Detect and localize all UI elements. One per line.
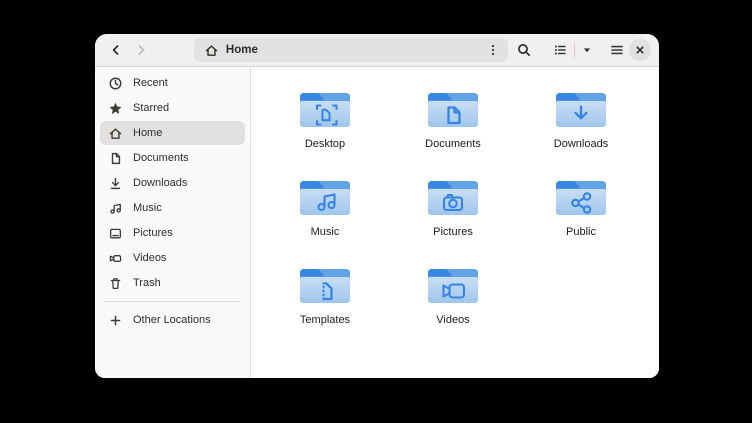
folder-documents[interactable]: Documents [389, 80, 517, 168]
folder-icon [426, 176, 480, 220]
folder-name: Documents [425, 138, 481, 150]
sidebar-item-label: Videos [133, 252, 166, 264]
sidebar-item-label: Trash [133, 277, 161, 289]
back-button[interactable] [103, 37, 128, 63]
files-window: Home [95, 34, 659, 378]
folder-videos[interactable]: Videos [389, 256, 517, 344]
pathbar[interactable]: Home [194, 38, 508, 62]
main-menu-button[interactable] [604, 37, 629, 63]
music-icon [108, 201, 123, 216]
caret-down-icon [580, 43, 594, 57]
sidebar-item-videos[interactable]: Videos [100, 246, 245, 270]
kebab-icon [485, 42, 501, 58]
folder-icon [298, 176, 352, 220]
folder-icon [298, 88, 352, 132]
sidebar-separator [104, 301, 241, 302]
hamburger-icon [609, 42, 625, 58]
current-location-label: Home [226, 44, 258, 56]
location-menu-button[interactable] [482, 40, 504, 60]
folder-icon [554, 88, 608, 132]
folder-icon [554, 176, 608, 220]
sidebar-item-label: Downloads [133, 177, 187, 189]
close-window-button[interactable] [629, 39, 651, 61]
list-view-icon [552, 42, 568, 58]
folder-icon [426, 264, 480, 308]
back-icon [108, 42, 124, 58]
folder-name: Templates [300, 314, 350, 326]
sidebar-item-label: Home [133, 127, 162, 139]
folder-name: Pictures [433, 226, 473, 238]
folder-icon [426, 88, 480, 132]
folder-pictures[interactable]: Pictures [389, 168, 517, 256]
folder-name: Desktop [305, 138, 345, 150]
sidebar-item-label: Documents [133, 152, 189, 164]
view-options-button[interactable] [576, 37, 598, 63]
forward-icon [133, 42, 149, 58]
search-icon [516, 42, 532, 58]
folder-icon [298, 264, 352, 308]
folder-name: Downloads [554, 138, 608, 150]
sidebar-item-trash[interactable]: Trash [100, 271, 245, 295]
list-view-button[interactable] [547, 37, 573, 63]
folder-downloads[interactable]: Downloads [517, 80, 645, 168]
view-switcher [547, 37, 598, 63]
desktop-background: Home [0, 0, 752, 423]
sidebar-item-label: Starred [133, 102, 169, 114]
video-icon [108, 251, 123, 266]
folder-music[interactable]: Music [261, 168, 389, 256]
sidebar-item-other-locations[interactable]: Other Locations [100, 308, 245, 332]
plus-icon [108, 313, 123, 328]
sidebar-item-pictures[interactable]: Pictures [100, 221, 245, 245]
folder-templates[interactable]: Templates [261, 256, 389, 344]
sidebar-item-home[interactable]: Home [100, 121, 245, 145]
headerbar: Home [95, 34, 659, 67]
folder-name: Music [311, 226, 340, 238]
sidebar-item-recent[interactable]: Recent [100, 71, 245, 95]
folder-name: Public [566, 226, 596, 238]
home-icon [108, 126, 123, 141]
sidebar: Recent Starred Home Documents Downloads [95, 67, 251, 378]
picture-icon [108, 226, 123, 241]
trash-icon [108, 276, 123, 291]
sidebar-item-music[interactable]: Music [100, 196, 245, 220]
folder-desktop[interactable]: Desktop [261, 80, 389, 168]
document-icon [108, 151, 123, 166]
download-icon [108, 176, 123, 191]
sidebar-item-starred[interactable]: Starred [100, 96, 245, 120]
view-switcher-divider [574, 43, 575, 58]
star-icon [108, 101, 123, 116]
sidebar-item-downloads[interactable]: Downloads [100, 171, 245, 195]
forward-button[interactable] [128, 37, 153, 63]
search-button[interactable] [512, 37, 537, 63]
sidebar-item-label: Recent [133, 77, 168, 89]
home-icon [204, 43, 219, 58]
clock-icon [108, 76, 123, 91]
sidebar-item-label: Pictures [133, 227, 173, 239]
folder-public[interactable]: Public [517, 168, 645, 256]
sidebar-item-label: Other Locations [133, 314, 211, 326]
close-icon [632, 42, 648, 58]
sidebar-item-label: Music [133, 202, 162, 214]
sidebar-item-documents[interactable]: Documents [100, 146, 245, 170]
file-grid: Desktop Documents [251, 67, 659, 378]
folder-name: Videos [436, 314, 469, 326]
